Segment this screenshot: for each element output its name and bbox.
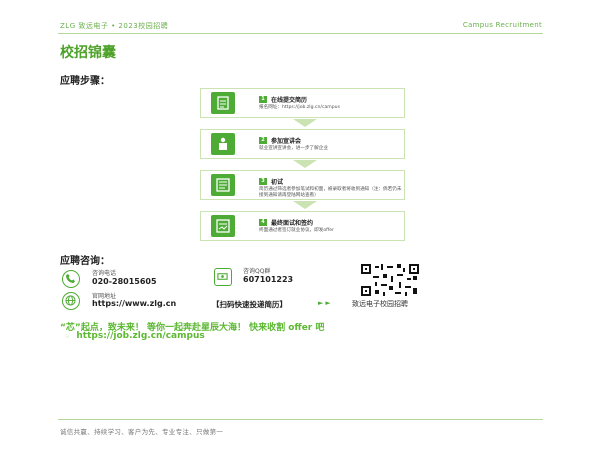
globe-icon (62, 292, 80, 310)
consult-heading: 应聘咨询： (60, 256, 110, 267)
scan-prompt: 【扫码快速投递简历】 (212, 300, 287, 309)
wechat-label: 致远电子校园招聘 (352, 300, 408, 308)
exam-icon (211, 174, 235, 196)
step-number: 1 (259, 96, 267, 103)
step-title: 最终面试和签约 (271, 220, 314, 227)
step-title: 初试 (271, 179, 284, 186)
arrow-right-icon: ►► (318, 299, 333, 307)
step-card-2: 2 参加宣讲会 就业宣讲宣讲会，进一步了解企业 (200, 129, 405, 159)
qq-label: 咨询QQ群 (243, 268, 271, 275)
step-description: 终面通过者签订就业协议，即发offer (259, 228, 335, 233)
footer-divider (58, 419, 543, 420)
qq-group-icon (214, 268, 232, 286)
chevron-down-icon (293, 160, 317, 168)
presentation-icon (211, 133, 235, 155)
section-title: 校招锦囊 (60, 45, 116, 61)
step-description: 就业宣讲宣讲会，进一步了解企业 (259, 146, 328, 151)
step-card-4: 4 最终面试和签约 终面通过者签订就业协议，即发offer (200, 211, 405, 241)
qq-value: 607101223 (243, 275, 294, 284)
footer-values: 诚信共赢、持续学习、客户为先、专业专注、只做第一 (60, 428, 224, 436)
step-card-1: 1 在线提交简历 报名网址：https://job.zlg.cn/campus (200, 88, 405, 118)
qr-code-icon[interactable] (361, 264, 419, 296)
step-title: 参加宣讲会 (271, 138, 302, 145)
step-number: 4 (259, 219, 267, 226)
step-number: 2 (259, 137, 267, 144)
resume-icon (211, 92, 235, 114)
header-right-text: Campus Recruitment (462, 21, 542, 29)
recruit-url-text[interactable]: https://job.zlg.cn/campus (76, 331, 204, 341)
step-description: 简历通过筛选者参加笔试和初面，被录取者将收到通知（注：倘若仍未接到通知请再登陆网… (259, 187, 402, 198)
link-icon: ☞ (65, 333, 71, 340)
web-value[interactable]: https://www.zlg.cn (92, 299, 176, 308)
step-number: 3 (259, 178, 267, 185)
header-divider (58, 33, 543, 34)
step-card-3: 3 初试 简历通过筛选者参加笔试和初面，被录取者将收到通知（注：倘若仍未接到通知… (200, 170, 405, 200)
page-header: ZLG 致远电子 • 2023校园招聘 Campus Recruitment (0, 0, 600, 33)
process-heading: 应聘步骤： (60, 76, 110, 87)
phone-value: 020-28015605 (92, 277, 157, 286)
chevron-down-icon (293, 201, 317, 209)
step-title: 在线提交简历 (271, 97, 308, 104)
header-left-text: ZLG 致远电子 • 2023校园招聘 (60, 22, 169, 30)
phone-label: 咨询电话 (92, 270, 117, 277)
recruit-url[interactable]: ☞ https://job.zlg.cn/campus (65, 331, 205, 341)
contract-icon (211, 215, 235, 237)
step-description: 报名网址：https://job.zlg.cn/campus (259, 105, 340, 110)
phone-icon (62, 270, 80, 288)
chevron-down-icon (293, 119, 317, 127)
